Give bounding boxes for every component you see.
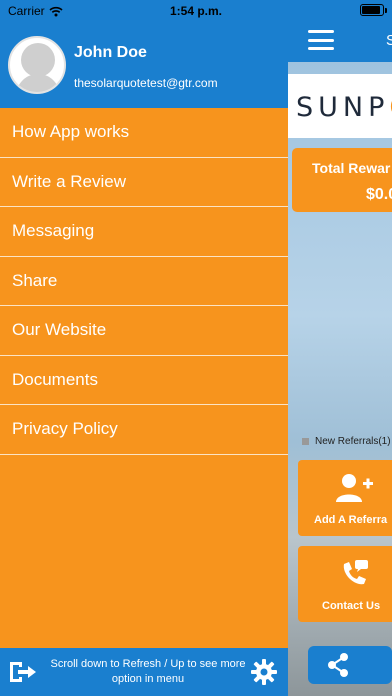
gear-icon[interactable] [250, 658, 278, 686]
menu-item-our-website[interactable]: Our Website [0, 306, 288, 356]
add-referral-button[interactable]: Add A Referra [298, 460, 392, 536]
phone-message-icon [343, 560, 368, 585]
total-rewards-value: $0.0 [366, 186, 392, 203]
legend-swatch [302, 438, 309, 445]
user-name: John Doe [74, 44, 147, 61]
share-button[interactable] [308, 646, 392, 684]
user-email: thesolarquotetest@gtr.com [74, 76, 218, 90]
clock: 1:54 p.m. [169, 4, 223, 18]
side-drawer: John Doe thesolarquotetest@gtr.com How A… [0, 0, 288, 696]
drawer-footer: Scroll down to Refresh / Up to see more … [0, 648, 288, 696]
total-rewards-label: Total Rewar [312, 160, 391, 176]
menu-item-how-app-works[interactable]: How App works [0, 108, 288, 158]
main-screen: S SUNPO Total Rewar $0.0 New Referrals(1… [288, 0, 392, 696]
refresh-hint: Scroll down to Refresh / Up to see more … [50, 658, 246, 685]
share-icon [328, 653, 348, 677]
drawer-menu: How App works Write a Review Messaging S… [0, 108, 288, 455]
legend-label: New Referrals(1) [315, 436, 391, 447]
menu-item-documents[interactable]: Documents [0, 356, 288, 405]
menu-item-share[interactable]: Share [0, 257, 288, 306]
battery-icon [360, 4, 387, 16]
menu-item-write-a-review[interactable]: Write a Review [0, 158, 288, 207]
status-bar: Carrier 1:54 p.m. [0, 0, 392, 22]
screen-title: S [386, 32, 392, 49]
add-user-icon [336, 474, 373, 502]
menu-item-messaging[interactable]: Messaging [0, 207, 288, 257]
add-referral-label: Add A Referra [314, 514, 388, 526]
logout-icon[interactable] [8, 660, 38, 684]
total-rewards-card[interactable]: Total Rewar $0.0 [292, 148, 392, 212]
company-logo: SUNPO [296, 92, 392, 123]
referrals-legend: New Referrals(1) [302, 436, 391, 447]
avatar[interactable] [8, 36, 66, 94]
contact-us-label: Contact Us [322, 600, 381, 612]
hamburger-menu-icon[interactable] [308, 30, 334, 50]
contact-us-button[interactable]: Contact Us [298, 546, 392, 622]
menu-item-privacy-policy[interactable]: Privacy Policy [0, 405, 288, 455]
